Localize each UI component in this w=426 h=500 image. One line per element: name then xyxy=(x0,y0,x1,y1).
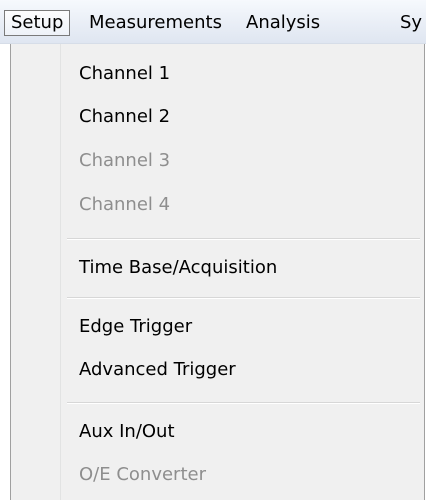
menu-item-aux-in-out[interactable]: Aux In/Out xyxy=(79,419,175,445)
menu-item-time-base-acquisition[interactable]: Time Base/Acquisition xyxy=(79,255,277,281)
menu-item-channel-2[interactable]: Channel 2 xyxy=(79,104,170,130)
menu-bar: Setup Measurements Analysis Sy xyxy=(0,0,426,44)
application-window: Setup Measurements Analysis Sy Channel 1… xyxy=(0,0,426,500)
menu-item-channel-1[interactable]: Channel 1 xyxy=(79,61,170,87)
menu-system-partial[interactable]: Sy xyxy=(400,10,422,36)
menu-item-channel-4: Channel 4 xyxy=(79,194,171,215)
menu-analysis[interactable]: Analysis xyxy=(246,10,320,36)
menu-item-channel-3: Channel 3 xyxy=(79,150,171,171)
menu-measurements[interactable]: Measurements xyxy=(89,10,222,36)
menu-setup[interactable]: Setup xyxy=(4,10,71,36)
menu-item-advanced-trigger[interactable]: Advanced Trigger xyxy=(79,357,236,383)
menu-separator xyxy=(67,402,420,404)
menu-item-oe-converter: O/E Converter xyxy=(79,464,206,485)
menu-separator xyxy=(67,297,420,299)
setup-dropdown-menu: Channel 1 Channel 2 Channel 3 Channel 4 … xyxy=(10,44,425,500)
menu-item-edge-trigger[interactable]: Edge Trigger xyxy=(79,314,192,340)
menu-icon-gutter xyxy=(11,44,61,500)
menu-separator xyxy=(67,238,420,240)
